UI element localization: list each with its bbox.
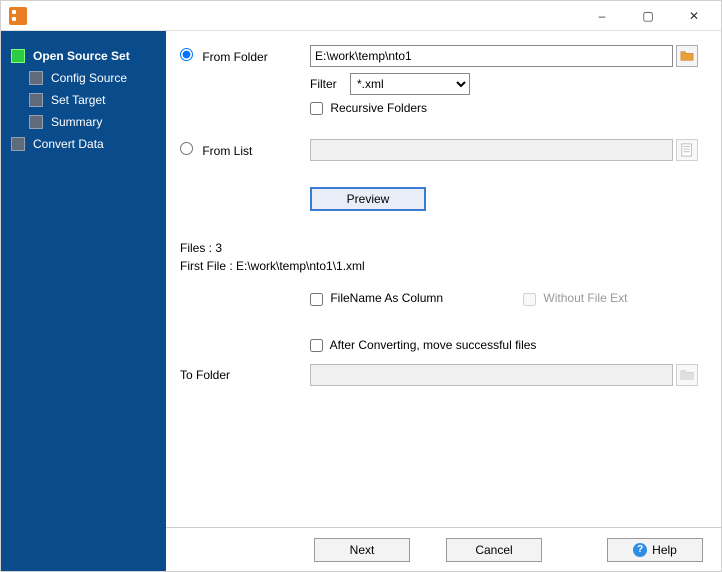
window-buttons: – ▢ ✕ [579, 1, 717, 31]
help-label: Help [652, 543, 677, 557]
wizard-sidebar: Open Source Set Config Source Set Target… [1, 31, 166, 571]
step-config-source[interactable]: Config Source [1, 67, 166, 89]
move-successful-label: After Converting, move successful files [330, 338, 537, 352]
recursive-label: Recursive Folders [330, 101, 427, 115]
close-button[interactable]: ✕ [671, 1, 717, 31]
browse-list-button [676, 139, 698, 161]
app-icon [9, 7, 27, 25]
help-button[interactable]: ? Help [607, 538, 703, 562]
cancel-button[interactable]: Cancel [446, 538, 542, 562]
folder-icon [680, 49, 694, 63]
filter-label: Filter [310, 77, 337, 91]
step-label: Summary [51, 115, 102, 129]
step-status-box [11, 49, 25, 63]
from-list-radio[interactable]: From List [180, 142, 252, 158]
step-open-source-set[interactable]: Open Source Set [1, 45, 166, 67]
help-icon: ? [633, 543, 647, 557]
step-summary[interactable]: Summary [1, 111, 166, 133]
step-status-box [29, 115, 43, 129]
step-status-box [29, 93, 43, 107]
browse-to-folder-button [676, 364, 698, 386]
next-button[interactable]: Next [314, 538, 410, 562]
from-folder-radio[interactable]: From Folder [180, 48, 268, 64]
filter-select[interactable]: *.xml [350, 73, 470, 95]
preview-button[interactable]: Preview [310, 187, 426, 211]
button-bar: Next Cancel ? Help [166, 527, 721, 571]
step-label: Convert Data [33, 137, 104, 151]
step-status-box [29, 71, 43, 85]
title-bar: – ▢ ✕ [1, 1, 721, 31]
to-folder-label: To Folder [180, 368, 230, 382]
step-label: Config Source [51, 71, 127, 85]
app-body: Open Source Set Config Source Set Target… [1, 31, 721, 571]
from-list-input [310, 139, 673, 161]
from-folder-label: From Folder [202, 50, 267, 64]
list-file-icon [680, 143, 694, 157]
from-list-label: From List [202, 144, 252, 158]
form-area: From Folder Filter *.xml [166, 31, 721, 392]
step-convert-data[interactable]: Convert Data [1, 133, 166, 155]
step-status-box [11, 137, 25, 151]
main-panel: From Folder Filter *.xml [166, 31, 721, 571]
files-count-label: Files : 3 [180, 241, 701, 255]
from-folder-input[interactable] [310, 45, 673, 67]
maximize-button[interactable]: ▢ [625, 1, 671, 31]
recursive-checkbox[interactable]: Recursive Folders [310, 101, 427, 115]
step-label: Open Source Set [33, 49, 130, 63]
step-label: Set Target [51, 93, 105, 107]
filename-as-column-label: FileName As Column [330, 291, 443, 305]
browse-folder-button[interactable] [676, 45, 698, 67]
move-successful-checkbox[interactable]: After Converting, move successful files [310, 338, 536, 352]
step-set-target[interactable]: Set Target [1, 89, 166, 111]
filename-as-column-checkbox[interactable]: FileName As Column [310, 291, 443, 305]
without-file-ext-checkbox: Without File Ext [523, 291, 627, 305]
to-folder-input [310, 364, 673, 386]
first-file-label: First File : E:\work\temp\nto1\1.xml [180, 259, 701, 273]
folder-icon [680, 368, 694, 382]
minimize-button[interactable]: – [579, 1, 625, 31]
without-file-ext-label: Without File Ext [543, 291, 627, 305]
